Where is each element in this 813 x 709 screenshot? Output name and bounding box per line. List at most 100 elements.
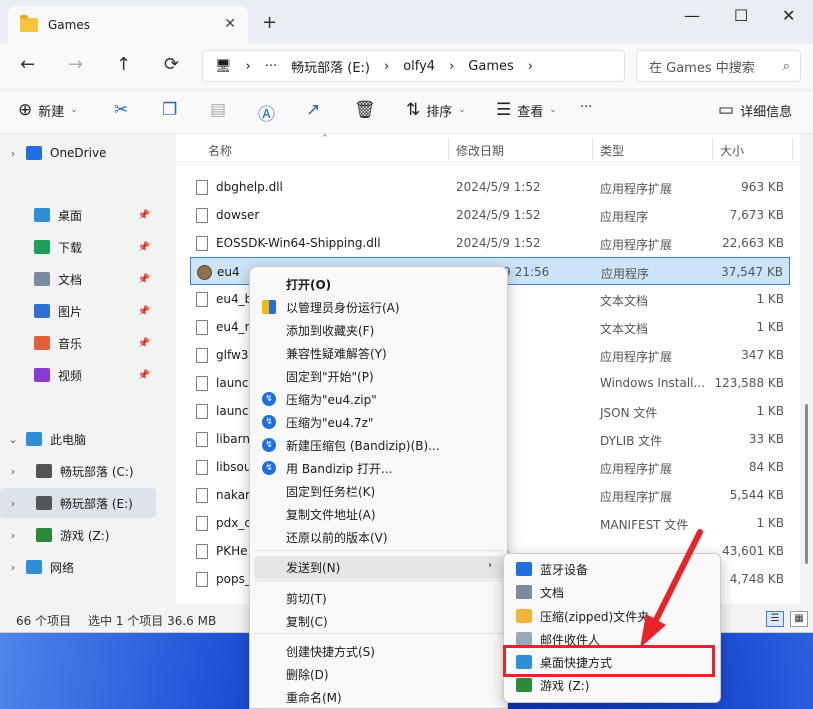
context-menu-item[interactable]: 固定到任务栏(K) xyxy=(254,480,504,503)
view-button[interactable]: ☰ 查看 ⌄ xyxy=(496,100,557,120)
send-to-item[interactable]: 蓝牙设备 xyxy=(508,558,716,581)
context-menu-item[interactable]: 发送到(N) › xyxy=(254,556,504,579)
context-menu-item[interactable]: 复制(C) xyxy=(254,610,504,633)
sidebar-item[interactable]: ⌄ 此电脑 xyxy=(0,424,156,454)
column-size[interactable]: 大小 xyxy=(720,142,744,159)
sidebar-item-label: 视频 xyxy=(58,368,83,383)
context-menu-item[interactable]: 还原以前的版本(V) xyxy=(254,526,504,549)
vertical-scrollbar[interactable] xyxy=(800,134,813,604)
context-menu-label: 创建快捷方式(S) xyxy=(286,645,375,659)
breadcrumb-separator-icon[interactable]: › xyxy=(528,59,533,74)
details-pane-button[interactable]: ▭ 详细信息 xyxy=(718,100,792,120)
details-view-button[interactable]: ☰ xyxy=(766,611,784,627)
breadcrumb-item[interactable]: Games xyxy=(468,59,513,74)
sidebar-item-label: 游戏 (Z:) xyxy=(60,528,110,543)
cloud-icon xyxy=(26,146,42,160)
sidebar-item[interactable]: 桌面 📌 xyxy=(0,200,156,230)
chevron-icon[interactable]: › xyxy=(0,561,26,574)
share-button[interactable]: ↗ xyxy=(306,100,320,120)
context-menu-item[interactable]: 创建快捷方式(S) xyxy=(254,640,504,663)
more-button[interactable]: ··· xyxy=(580,100,592,115)
context-menu-item[interactable]: ↯ 新建压缩包 (Bandizip)(B)... xyxy=(254,434,504,457)
refresh-button[interactable]: ⟳ xyxy=(164,54,179,75)
column-type[interactable]: 类型 xyxy=(600,142,624,159)
paste-button[interactable]: ▤ xyxy=(210,100,226,120)
context-menu-label: 打开(O) xyxy=(286,278,332,292)
context-menu-item[interactable]: 重命名(M) xyxy=(254,686,504,709)
sidebar-item[interactable]: › OneDrive xyxy=(0,138,156,168)
context-menu-item[interactable]: 兼容性疑难解答(Y) xyxy=(254,342,504,365)
context-menu-item[interactable]: 添加到收藏夹(F) xyxy=(254,319,504,342)
new-button[interactable]: ⊕ 新建 ⌄ xyxy=(18,100,78,120)
sort-button[interactable]: ⇅ 排序 ⌄ xyxy=(406,100,466,120)
sidebar-item[interactable]: 图片 📌 xyxy=(0,296,156,326)
context-menu-item[interactable]: 复制文件地址(A) xyxy=(254,503,504,526)
send-to-item[interactable]: 游戏 (Z:) xyxy=(508,674,716,697)
sidebar-item[interactable]: 文档 📌 xyxy=(0,264,156,294)
column-name[interactable]: 名称 xyxy=(208,142,232,159)
up-button[interactable]: ↑ xyxy=(116,54,131,75)
breadcrumb-separator-icon[interactable]: › xyxy=(384,59,389,74)
tab-close-icon[interactable]: ✕ xyxy=(224,16,236,32)
sidebar-item[interactable]: 下载 📌 xyxy=(0,232,156,262)
chevron-icon[interactable]: › xyxy=(0,147,26,160)
pin-icon: 📌 xyxy=(137,241,150,253)
table-row[interactable]: EOSSDK-Win64-Shipping.dll 2024/5/9 1:52 应用… xyxy=(190,229,790,257)
address-bar[interactable]: 🖥 › ··· 畅玩部落 (E:) › olfy4 › Games › xyxy=(202,50,625,82)
send-to-item[interactable]: 压缩(zipped)文件夹 xyxy=(508,605,716,628)
close-window-button[interactable]: ✕ xyxy=(782,6,795,25)
file-size: 963 KB xyxy=(741,180,784,194)
minimize-button[interactable]: — xyxy=(684,6,700,25)
file-name: pops_ xyxy=(216,572,251,586)
rename-button[interactable]: Ⓐ xyxy=(258,100,275,125)
maximize-button[interactable]: ☐ xyxy=(734,6,748,25)
sidebar-item[interactable]: 音乐 📌 xyxy=(0,328,156,358)
context-menu-item[interactable]: 以管理员身份运行(A) xyxy=(254,296,504,319)
new-tab-button[interactable]: + xyxy=(262,12,277,33)
context-menu-item[interactable]: 固定到"开始"(P) xyxy=(254,365,504,388)
sidebar-item-label: 文档 xyxy=(58,272,83,287)
breadcrumb-separator-icon[interactable]: › xyxy=(246,59,251,74)
chevron-icon[interactable]: ⌄ xyxy=(0,433,26,446)
sidebar-item[interactable]: › 畅玩部落 (C:) xyxy=(0,456,156,486)
pane-splitter[interactable] xyxy=(160,134,176,604)
sidebar-item[interactable]: › 游戏 (Z:) xyxy=(0,520,156,550)
table-row[interactable]: dbghelp.dll 2024/5/9 1:52 应用程序扩展 963 KB xyxy=(190,173,790,201)
column-date[interactable]: 修改日期 xyxy=(456,142,504,159)
file-size: 43,601 KB xyxy=(722,544,784,558)
context-menu-item[interactable]: 删除(D) xyxy=(254,663,504,686)
file-type: 文本文档 xyxy=(600,294,649,308)
tiles-view-button[interactable]: ▦ xyxy=(790,611,808,627)
sidebar-item[interactable]: 视频 📌 xyxy=(0,360,156,390)
search-input[interactable]: 在 Games 中搜索 xyxy=(649,57,755,76)
breadcrumb-item[interactable]: 🖥 xyxy=(215,59,232,74)
breadcrumb-item[interactable]: 畅玩部落 (E:) xyxy=(291,57,370,76)
context-menu-item[interactable]: ↯ 用 Bandizip 打开... xyxy=(254,457,504,480)
delete-button[interactable]: 🗑 xyxy=(354,100,376,120)
forward-button[interactable]: → xyxy=(68,54,83,75)
context-menu-item[interactable]: 打开(O) xyxy=(254,273,504,296)
cut-button[interactable]: ✂ xyxy=(114,100,128,120)
back-button[interactable]: ← xyxy=(20,54,35,75)
search-box[interactable]: 在 Games 中搜索 ⌕ xyxy=(636,50,801,82)
file-size: 1 KB xyxy=(756,292,784,306)
file-name: dowser xyxy=(216,208,260,222)
sidebar-item[interactable]: › 畅玩部落 (E:) xyxy=(0,488,156,518)
table-row[interactable]: dowser 2024/5/9 1:52 应用程序 7,673 KB xyxy=(190,201,790,229)
chevron-icon[interactable]: › xyxy=(0,465,26,478)
context-menu-item[interactable]: 剪切(T) xyxy=(254,587,504,610)
scrollbar-thumb[interactable] xyxy=(805,404,808,564)
breadcrumb-item[interactable]: ··· xyxy=(265,59,277,74)
sidebar-item[interactable]: › 网络 xyxy=(0,552,156,582)
context-menu-item[interactable]: ↯ 压缩为"eu4.zip" xyxy=(254,388,504,411)
tab-games[interactable]: Games ✕ xyxy=(8,6,248,44)
breadcrumb-item[interactable]: olfy4 xyxy=(403,59,435,74)
drive-z-icon xyxy=(36,528,52,542)
chevron-icon[interactable]: › xyxy=(0,529,26,542)
menu-separator xyxy=(254,550,504,551)
chevron-icon[interactable]: › xyxy=(0,497,26,510)
breadcrumb-separator-icon[interactable]: › xyxy=(449,59,454,74)
copy-button[interactable]: ❐ xyxy=(162,100,177,120)
send-to-item[interactable]: 文档 xyxy=(508,581,716,604)
context-menu-item[interactable]: ↯ 压缩为"eu4.7z" xyxy=(254,411,504,434)
